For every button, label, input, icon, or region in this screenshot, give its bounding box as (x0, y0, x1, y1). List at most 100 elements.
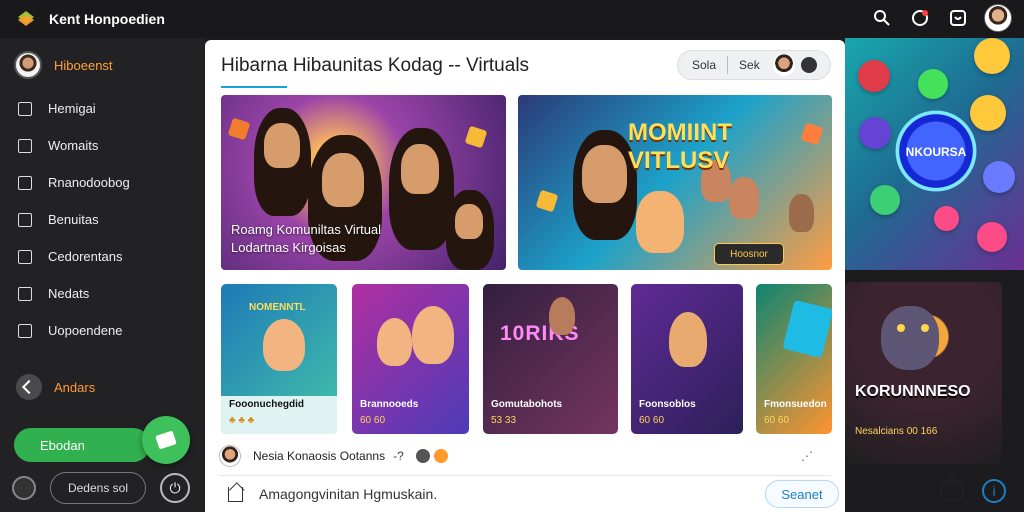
sidebar-item-label: Nedats (48, 286, 90, 301)
sidebar-profile-label: Hiboeenst (54, 57, 113, 73)
sidebar-item-rnanodoobog[interactable]: Rnanodoobog (18, 164, 198, 201)
sidebar-item-nedats[interactable]: Nedats (18, 275, 198, 312)
featured-orb-label: NKOURSA (905, 145, 967, 159)
child-image (789, 194, 814, 232)
message-icon[interactable] (946, 6, 970, 30)
game-bubble-icon[interactable] (977, 222, 1007, 252)
card-label: Gomutabohots (491, 399, 563, 410)
info-icon[interactable]: i (982, 479, 1006, 503)
expand-icon[interactable]: ⋰ (801, 449, 813, 463)
child-image (412, 306, 454, 364)
hero-virtuals-card[interactable]: MOMIINT VITLUSV Hoosnor (518, 95, 832, 270)
top-actions (870, 4, 1012, 32)
send-button[interactable]: Seanet (765, 480, 839, 508)
floating-action-button[interactable] (142, 416, 190, 464)
compose-bar: Amagongvinitan Hgmuskain. Seanet (219, 475, 839, 512)
search-icon[interactable] (870, 6, 894, 30)
sidebar-item-label: Rnanodoobog (48, 175, 130, 190)
sidebar-section[interactable]: Andars (16, 374, 95, 400)
hero-community-card[interactable]: Roamg Komuniltas Virtual Lodartnas Kirgoi… (221, 95, 506, 270)
square-icon (18, 101, 32, 116)
featured-game-title: KORUNNNESO (855, 383, 971, 400)
shield-icon (18, 286, 32, 301)
activity-avatar (219, 445, 241, 467)
game-cube-icon (464, 125, 488, 149)
pin-icon[interactable]: ⌖ (856, 479, 880, 503)
green-action-label: Ebodan (40, 437, 85, 453)
top-bar: Kent Honpoedien (0, 0, 1024, 38)
header-controls: Sola Sek (677, 50, 831, 80)
card-label: Foonsoblos (639, 399, 696, 410)
game-card[interactable]: Brannooeds 60 60 (352, 284, 469, 434)
device-image (782, 299, 832, 359)
sidebar-item-cedorentans[interactable]: Cedorentans (18, 238, 198, 275)
child-image (729, 177, 759, 219)
sidebar-item-womaits[interactable]: Womaits (18, 127, 198, 164)
cat-character-image (881, 306, 939, 370)
sidebar-item-label: Womaits (48, 138, 99, 153)
cat-eye (897, 324, 905, 332)
game-card[interactable]: Fmonsuedon 60 60 (756, 284, 832, 434)
sidebar-avatar (14, 51, 42, 79)
card-sub: 53 33 (491, 415, 517, 426)
game-bubble-icon[interactable] (970, 95, 1006, 131)
hero-community-caption: Roamg Komuniltas Virtual Lodartnas Kirgoi… (231, 221, 381, 257)
game-cube-icon (227, 117, 251, 141)
child-image (263, 319, 305, 371)
featured-game-subtitle: Nesalcians 00 166 (855, 426, 938, 437)
sidebar-item-hemigai[interactable]: Hemigai (18, 90, 198, 127)
hero-virtuals-badge[interactable]: Hoosnor (714, 243, 784, 265)
status-pill[interactable]: Dedens sol (50, 472, 146, 504)
card-title: NOMENNTL (249, 302, 306, 313)
app-logo-icon (15, 8, 37, 30)
person-face (582, 145, 627, 203)
settings-icon[interactable] (12, 476, 36, 500)
share-icon[interactable]: ⟳ (898, 479, 922, 503)
notification-icon[interactable] (908, 6, 932, 30)
hero-virtuals-title: MOMIINT VITLUSV (628, 119, 732, 174)
profile-avatar[interactable] (984, 4, 1012, 32)
sola-button[interactable]: Sola (692, 58, 716, 72)
title-accent (221, 86, 287, 88)
reaction-icon (433, 449, 448, 463)
header-avatar[interactable] (772, 54, 795, 76)
compose-input[interactable]: Amagongvinitan Hgmuskain. (259, 486, 437, 502)
game-bubble-icon[interactable] (858, 60, 890, 92)
main-content: Hibarna Hibaunitas Kodag -- Virtuals Sol… (205, 40, 845, 512)
card-sub: 60 60 (360, 415, 386, 426)
game-bubble-icon[interactable] (918, 69, 948, 99)
game-bubble-icon[interactable] (983, 161, 1015, 193)
game-bubble-icon[interactable] (974, 38, 1010, 74)
envelope-icon (18, 138, 32, 153)
emoji-icon[interactable]: ☻ (940, 479, 964, 503)
featured-visual: NKOURSA (845, 38, 1024, 270)
chevron-icon (16, 374, 42, 400)
activity-row[interactable]: Nesia Konaosis Ootanns -? ⋰ (219, 442, 831, 470)
game-bubble-icon[interactable] (934, 206, 959, 231)
game-card[interactable]: NOMENNTL Fooonuchegdid ♣ ♣ ♣ Fooonuchegd… (221, 284, 337, 434)
game-bubble-icon[interactable] (859, 117, 891, 149)
power-icon[interactable]: ⏻ (160, 473, 190, 503)
game-bubble-icon[interactable] (870, 185, 900, 215)
sidebar-item-uopoendene[interactable]: Uopoendene (18, 312, 198, 349)
game-card-grid: NOMENNTL Fooonuchegdid ♣ ♣ ♣ Fooonuchegd… (221, 284, 833, 434)
send-icon (18, 323, 32, 338)
person-face (264, 123, 300, 168)
sidebar-profile[interactable]: Hiboeenst (14, 51, 113, 79)
featured-game-card[interactable]: KORUNNNESO Nesalcians 00 166 (845, 282, 1002, 464)
header-menu-icon[interactable] (800, 57, 817, 73)
card-label: Brannooeds (360, 399, 419, 410)
composer-actions: ⌖ ⟳ ☻ i (846, 476, 1024, 506)
sidebar-item-label: Benuitas (48, 212, 99, 227)
hero-caption-line2: Lodartnas Kirgoisas (231, 240, 346, 255)
sidebar-item-benuitas[interactable]: Benuitas (18, 201, 198, 238)
home-icon[interactable] (228, 486, 243, 502)
page-title: Hibarna Hibaunitas Kodag -- Virtuals (221, 55, 530, 76)
card-sub-overlay: ♣ ♣ ♣ (229, 415, 255, 426)
person-image (669, 312, 707, 367)
sek-button[interactable]: Sek (739, 58, 760, 72)
sidebar-item-label: Uopoendene (48, 323, 123, 338)
game-card[interactable]: 10RIKS Gomutabohots 53 33 (483, 284, 618, 434)
game-card[interactable]: Foonsoblos 60 60 (631, 284, 743, 434)
green-action-button[interactable]: Ebodan (14, 428, 150, 462)
